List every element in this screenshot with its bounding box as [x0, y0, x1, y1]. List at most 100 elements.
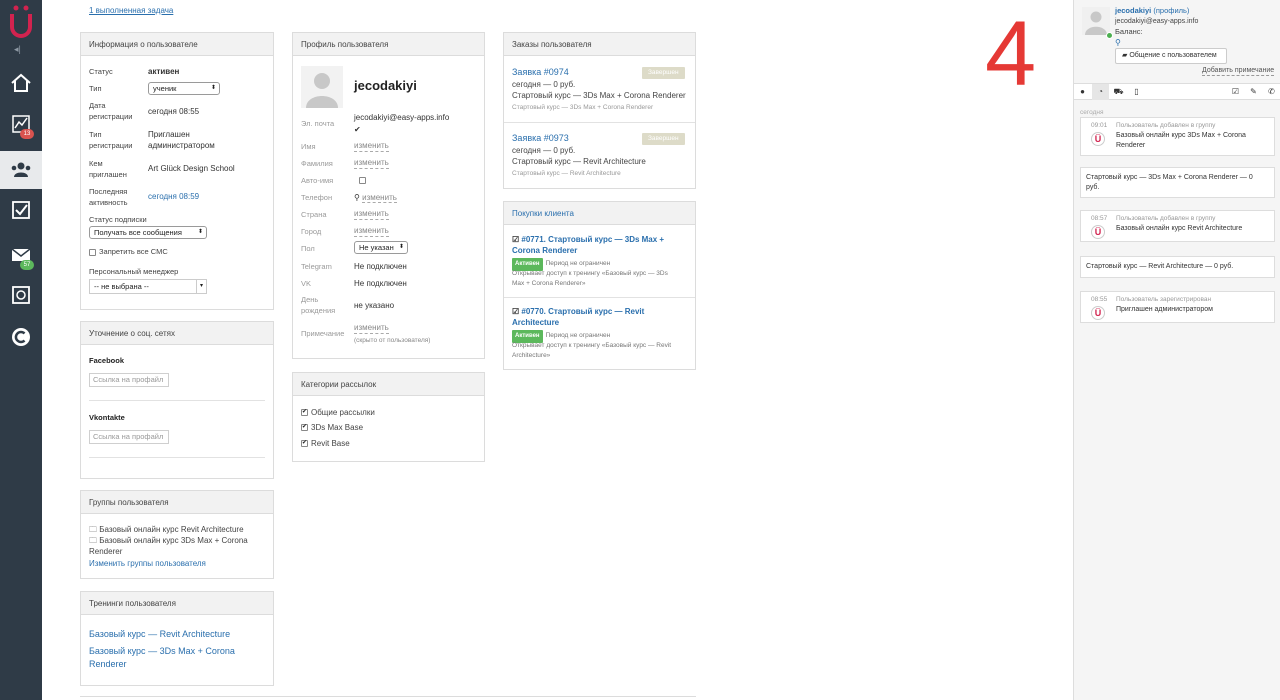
main-content: 1 выполненная задача Информация о пользо… — [42, 0, 1072, 700]
edit-name-link[interactable]: изменить — [354, 141, 389, 152]
tab-cart[interactable]: ⛟ — [1110, 84, 1127, 100]
sidebar-item-safe[interactable] — [0, 278, 42, 312]
country-label: Страна — [301, 210, 327, 219]
purchase-period: Период не ограничен — [545, 332, 611, 339]
check-square-icon: ☑ — [512, 235, 520, 244]
event-card: Стартовый курс — Revit Architecture — 0 … — [1080, 256, 1275, 278]
purchase-link[interactable]: ☑ #0770. Стартовый курс — Revit — [512, 306, 687, 317]
change-groups-link[interactable]: Изменить группы пользователя — [89, 558, 206, 569]
mailing-item[interactable]: ✔ Общие рассылки — [301, 407, 375, 418]
edit-city-link[interactable]: изменить — [354, 226, 389, 237]
profile-link[interactable]: (профиль) — [1153, 6, 1189, 15]
surname-label: Фамилия — [301, 159, 333, 168]
users-icon — [11, 162, 31, 177]
mobile-icon: ▯ — [1134, 87, 1139, 96]
chevron-down-icon: ▾ — [195, 280, 203, 293]
checked-icon: ✔ — [301, 440, 308, 448]
tab-edit[interactable]: ✎ — [1245, 84, 1262, 100]
auto-name-checkbox[interactable] — [359, 175, 369, 186]
trainings-panel: Тренинги пользователя Базовый курс — Rev… — [80, 591, 274, 686]
order-status-badge: Завершен — [642, 67, 685, 79]
gender-select[interactable]: Не указан ⬍ — [354, 241, 408, 254]
sidebar-item-stats[interactable]: 13 — [0, 107, 42, 141]
completed-tasks-link[interactable]: 1 выполненная задача — [89, 6, 173, 15]
event-body-cont: руб. — [1086, 184, 1100, 191]
email-value: jecodakiyi@easy-apps.info — [354, 113, 450, 122]
name-label: Имя — [301, 142, 316, 151]
vk-label: Vkontakte — [89, 413, 125, 422]
add-note-link[interactable]: Добавить примечание — [1202, 66, 1275, 76]
purchase-title-cont[interactable]: Architecture — [512, 317, 559, 328]
event-card: 08:55 Ü Пользователь зарегистрирован При… — [1080, 291, 1275, 323]
vk-profile-label: VK — [301, 279, 312, 288]
panel-title: Категории рассылок — [293, 373, 484, 396]
panel-title: Профиль пользователя — [293, 33, 484, 56]
purchase-title-cont[interactable]: Corona Renderer — [512, 245, 577, 256]
checked-icon: ✔ — [301, 424, 308, 432]
collapse-icon[interactable]: ◂| — [14, 44, 21, 55]
edit-phone-link[interactable]: ⚲ изменить — [354, 192, 397, 203]
tab-tasks[interactable]: ☑ — [1227, 84, 1244, 100]
manager-select[interactable]: -- не выбрана -- ▾ — [89, 279, 207, 294]
event-card: 08:57 Ü Пользователь добавлен в группу Б… — [1080, 210, 1275, 242]
sidebar-item-mail[interactable]: 57 — [0, 238, 42, 272]
orders-panel: Заказы пользователя Заявка #0974 Заверше… — [503, 32, 696, 189]
order-link[interactable]: Заявка #0973 — [512, 133, 569, 144]
facebook-label: Facebook — [89, 356, 125, 365]
group-name: Базовый онлайн курс Revit Architecture — [99, 525, 244, 534]
safe-icon — [12, 286, 30, 304]
facebook-input[interactable]: Ссылка на профайл — [89, 373, 169, 387]
right-tabs: ● ◔ ⛟ ▯ ☑ ✎ ✆ — [1074, 83, 1280, 100]
sidebar-item-tasks[interactable] — [0, 193, 42, 227]
tab-history[interactable]: ◔ — [1092, 84, 1109, 100]
no-sms-checkbox[interactable]: Запретить все СМС — [89, 246, 168, 257]
no-sms-label: Запретить все СМС — [99, 247, 168, 256]
note-hidden-hint: (скрыто от пользователя) — [354, 337, 431, 344]
mailing-label: Revit Base — [311, 439, 350, 448]
chat-button[interactable]: ▰ Общение с пользователем — [1115, 48, 1227, 64]
tab-phone[interactable]: ✆ — [1263, 84, 1280, 100]
order-date: сегодня — 0 руб. — [512, 146, 576, 155]
edit-phone-text: изменить — [362, 193, 397, 203]
user-info-panel: Информация о пользователе Статус активен… — [80, 32, 274, 310]
check-square-icon: ☑ — [512, 307, 520, 316]
edit-country-link[interactable]: изменить — [354, 209, 389, 220]
reg-type-label: Тип регистрации — [89, 130, 133, 150]
mailing-item[interactable]: ✔ 3Ds Max Base — [301, 422, 363, 433]
training-link[interactable]: Базовый курс — Revit Architecture — [89, 629, 230, 640]
checked-icon: ✔ — [301, 409, 308, 417]
avatar — [1082, 7, 1110, 35]
order-sub: Стартовый курс — Revit Architecture — [512, 170, 621, 177]
avatar — [301, 66, 343, 108]
note-label: Примечание — [301, 329, 345, 338]
purchases-panel: Покупки клиента ☑ #0771. Стартовый курс … — [503, 201, 696, 370]
user-icon: ● — [1080, 87, 1085, 96]
vk-input[interactable]: Ссылка на профайл — [89, 430, 169, 444]
tab-mobile[interactable]: ▯ — [1128, 84, 1145, 100]
subscription-select[interactable]: Получать все сообщения ⬍ — [89, 226, 207, 239]
mailing-item[interactable]: ✔ Revit Base — [301, 438, 350, 449]
search-icon: ⚲ — [354, 193, 360, 202]
order-link[interactable]: Заявка #0974 — [512, 67, 569, 78]
select-arrow-icon: ⬍ — [197, 229, 203, 235]
sidebar-item-users[interactable] — [0, 151, 42, 189]
type-select[interactable]: ученик ⬍ — [148, 82, 220, 95]
telegram-label: Telegram — [301, 262, 332, 271]
edit-surname-link[interactable]: изменить — [354, 158, 389, 169]
last-active-value[interactable]: сегодня 08:59 — [148, 191, 199, 202]
purchase-title: #0771. Стартовый курс — 3Ds Max + — [521, 235, 665, 244]
logo-icon[interactable] — [7, 3, 35, 39]
bottom-divider — [80, 696, 696, 697]
tab-user[interactable]: ● — [1074, 84, 1091, 100]
sidebar-item-brand[interactable] — [0, 320, 42, 354]
training-link[interactable]: Базовый курс — 3Ds Max + Corona Renderer — [89, 645, 259, 671]
phone-icon: ✆ — [1268, 87, 1275, 96]
edit-note-link[interactable]: изменить — [354, 323, 389, 334]
search-icon[interactable]: ⚲ — [1115, 37, 1121, 48]
user-link[interactable]: jecodakiyi — [1115, 6, 1151, 15]
birthday-label: День рождения — [301, 295, 336, 315]
user-header: jecodakiyi (профиль) — [1115, 5, 1189, 16]
sidebar-item-home[interactable] — [0, 66, 42, 100]
purchase-link[interactable]: ☑ #0771. Стартовый курс — 3Ds Max + — [512, 234, 687, 245]
brand-c-icon — [12, 328, 30, 346]
